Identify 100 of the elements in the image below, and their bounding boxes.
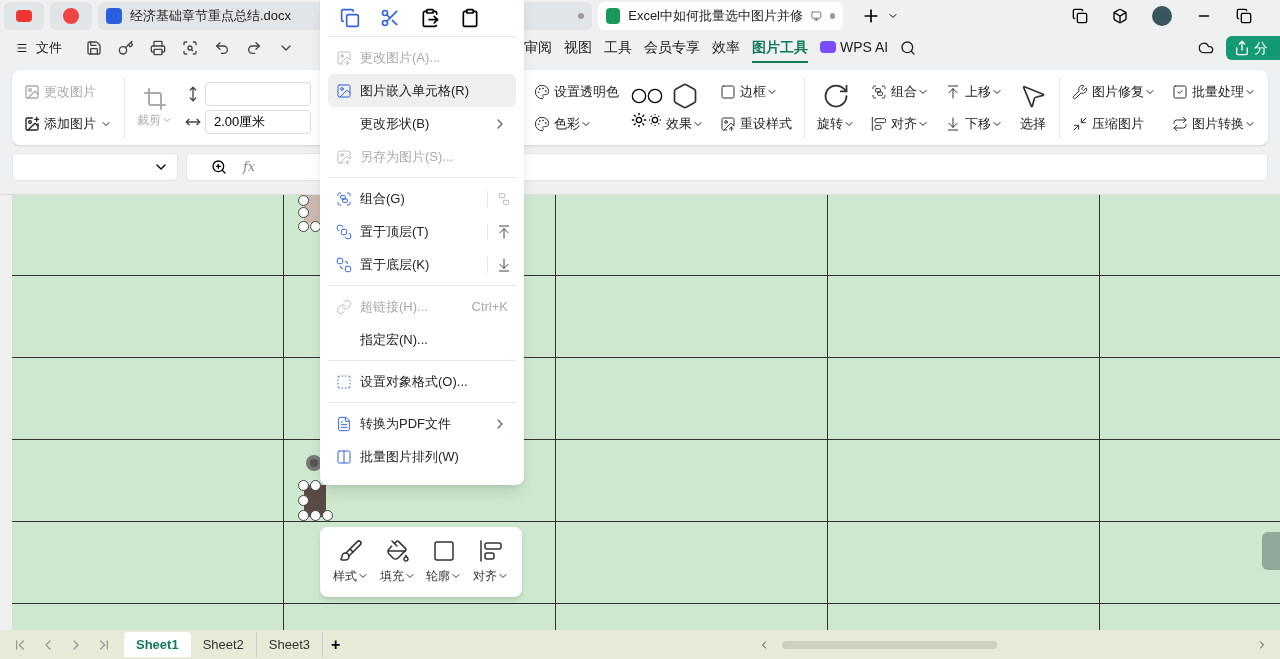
cloud-icon[interactable] — [1198, 40, 1214, 56]
restore-icon[interactable] — [1236, 8, 1252, 24]
align-icon — [478, 539, 503, 563]
arrow-up-icon[interactable] — [496, 223, 512, 240]
logo-icon — [16, 10, 32, 22]
menu-item[interactable]: 批量图片排列(W) — [328, 440, 516, 473]
print-icon[interactable] — [150, 40, 166, 56]
horizontal-scrollbar[interactable] — [782, 640, 997, 649]
windows-icon[interactable] — [1072, 8, 1088, 24]
resize-handle[interactable] — [298, 480, 309, 491]
width-field[interactable]: 2.00厘米 — [205, 109, 311, 134]
ribbon-button[interactable]: 边框 — [716, 77, 796, 106]
compress-icon — [1072, 115, 1088, 132]
resize-handle[interactable] — [298, 495, 309, 506]
resize-handle[interactable] — [322, 510, 333, 521]
image-icon — [336, 148, 352, 165]
monitor-icon — [811, 10, 822, 22]
menu-item[interactable]: 置于顶层(T) — [328, 215, 487, 248]
palette-icon — [534, 83, 550, 100]
ribbon-button[interactable]: 选择 — [1015, 81, 1051, 134]
undo-icon[interactable] — [214, 40, 230, 56]
arrow-down-icon[interactable] — [496, 256, 512, 273]
resize-handle[interactable] — [310, 480, 321, 491]
ribbon-button[interactable]: 下移 — [941, 109, 1007, 138]
share-button[interactable]: 分 — [1226, 36, 1280, 60]
ribbon-button[interactable]: 重设样式 — [716, 109, 796, 138]
convert-icon — [1172, 115, 1188, 132]
file-menu[interactable]: 文件 — [16, 38, 62, 58]
ribbon-button[interactable]: 图片转换 — [1168, 109, 1260, 138]
logo-icon — [63, 8, 79, 24]
sun-icon[interactable] — [631, 111, 647, 128]
menu-item[interactable]: 组合(G) — [328, 182, 487, 215]
key-icon[interactable] — [118, 40, 134, 56]
toolbar-button[interactable]: 样式 — [333, 539, 370, 585]
menu-tab[interactable]: 视图 — [564, 33, 592, 63]
menu-item[interactable]: 更改形状(B) — [328, 107, 516, 140]
send-back-icon — [336, 256, 352, 273]
menu-item[interactable]: 指定宏(N)... — [328, 323, 516, 356]
toolbar-button[interactable]: 轮廓 — [426, 539, 463, 585]
redo-icon[interactable] — [246, 40, 262, 56]
bring-front-icon — [336, 223, 352, 240]
sun-icon[interactable] — [646, 111, 663, 128]
cube-icon[interactable] — [1112, 8, 1128, 24]
resize-handle[interactable] — [298, 221, 309, 232]
wrench-icon — [1072, 83, 1088, 100]
share-icon — [1234, 40, 1250, 56]
menu-tab[interactable]: 审阅 — [524, 33, 552, 63]
sheet-tab[interactable]: Sheet2 — [190, 632, 257, 657]
toolbar-button[interactable]: 填充 — [379, 539, 416, 585]
brightness-icon[interactable] — [631, 87, 647, 104]
search-icon[interactable] — [900, 40, 917, 56]
ribbon-button[interactable]: 图片修复 — [1068, 77, 1160, 106]
avatar[interactable] — [1152, 6, 1172, 26]
contrast-icon[interactable] — [646, 87, 663, 104]
preview-icon[interactable] — [182, 40, 198, 56]
menu-tab[interactable]: 会员专享 — [644, 33, 700, 63]
sheet-tab[interactable]: Sheet1 — [124, 632, 191, 657]
brush-icon — [339, 539, 364, 563]
menu-tab[interactable]: 图片工具 — [752, 33, 808, 63]
cut-icon[interactable] — [380, 8, 400, 28]
tab-title: 经济基础章节重点总结.docx — [130, 7, 292, 26]
ribbon-button[interactable]: 批量处理 — [1168, 77, 1260, 106]
menu-item[interactable]: 置于底层(K) — [328, 248, 487, 281]
ribbon-button[interactable]: 色彩 — [530, 109, 623, 138]
paint-bucket-icon — [385, 539, 410, 563]
ribbon-button[interactable]: 对齐 — [867, 109, 933, 138]
link-icon — [336, 298, 352, 315]
add-sheet-button[interactable]: + — [323, 632, 349, 657]
paste-icon[interactable] — [420, 8, 440, 28]
app-tab[interactable] — [50, 2, 92, 30]
ribbon-button[interactable]: 效果 — [662, 81, 708, 134]
zoom-icon[interactable] — [211, 158, 227, 175]
image-icon — [336, 49, 352, 66]
ribbon-button[interactable]: 上移 — [941, 77, 1007, 106]
ribbon-button[interactable]: 压缩图片 — [1068, 109, 1160, 138]
resize-handle[interactable] — [310, 510, 321, 521]
app-tab[interactable] — [4, 2, 44, 30]
ribbon-button[interactable]: 添加图片 — [24, 109, 112, 138]
menu-item[interactable]: 图片嵌入单元格(R) — [328, 74, 516, 107]
checkbox-icon — [1172, 83, 1188, 100]
copy-icon[interactable] — [340, 8, 360, 28]
palette-icon — [534, 115, 550, 132]
ribbon-button[interactable]: 设置透明色 — [530, 77, 623, 106]
group-icon — [871, 83, 887, 100]
save-icon[interactable] — [86, 40, 102, 56]
resize-handle[interactable] — [298, 510, 309, 521]
paste-special-icon[interactable] — [460, 8, 480, 28]
ribbon-button[interactable]: 旋转 — [813, 81, 859, 134]
ribbon-button[interactable]: 组合 — [867, 77, 933, 106]
resize-handle[interactable] — [298, 195, 309, 206]
toolbar-button[interactable]: 对齐 — [472, 539, 509, 585]
menu-tab[interactable]: 工具 — [604, 33, 632, 63]
menu-item[interactable]: 设置对象格式(O)... — [328, 365, 516, 398]
height-field[interactable] — [205, 81, 311, 106]
document-tab[interactable]: Excel中如何批量选中图片并修 — [598, 2, 843, 30]
sheet-tab[interactable]: Sheet3 — [256, 632, 324, 657]
resize-handle[interactable] — [298, 207, 309, 218]
menu-tab[interactable]: 效率 — [712, 33, 740, 63]
menu-tab[interactable]: WPS AI — [820, 33, 889, 63]
menu-item[interactable]: 转换为PDF文件 — [328, 407, 516, 440]
